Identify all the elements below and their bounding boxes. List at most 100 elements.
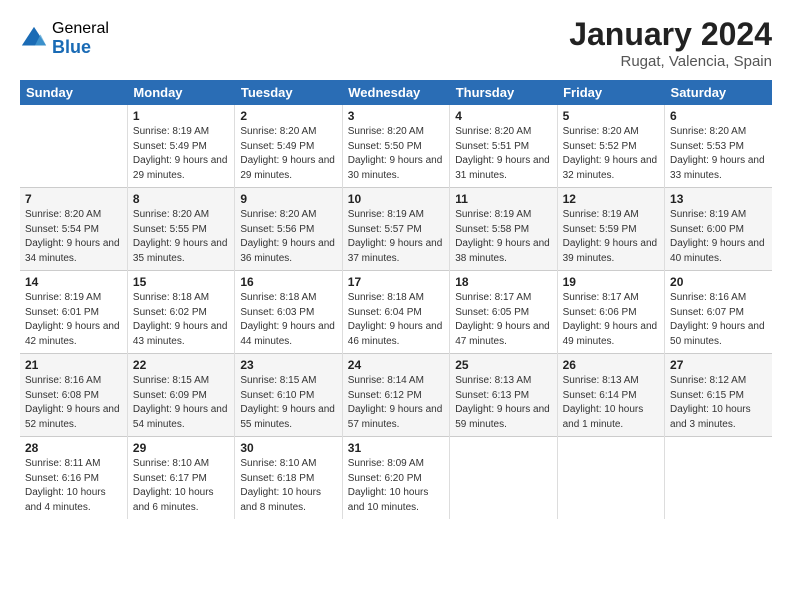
calendar-cell: 25 Sunrise: 8:13 AMSunset: 6:13 PMDayligh… — [450, 354, 557, 437]
calendar-cell: 27Sunrise: 8:12 AMSunset: 6:15 PMDayligh… — [665, 354, 772, 437]
calendar-cell: 15 Sunrise: 8:18 AMSunset: 6:02 PMDayligh… — [127, 271, 234, 354]
calendar-cell: 6 Sunrise: 8:20 AMSunset: 5:53 PMDaylight… — [665, 105, 772, 188]
day-info: Sunrise: 8:19 AMSunset: 5:58 PMDaylight:… — [455, 208, 551, 266]
calendar-cell: 9 Sunrise: 8:20 AMSunset: 5:56 PMDaylight… — [235, 188, 342, 271]
col-tuesday: Tuesday — [235, 80, 342, 105]
day-info: Sunrise: 8:19 AMSunset: 5:49 PMDaylight:… — [133, 125, 229, 183]
calendar-cell — [20, 105, 127, 188]
day-info: Sunrise: 8:20 AMSunset: 5:49 PMDaylight:… — [240, 125, 336, 183]
day-number: 16 — [240, 275, 336, 289]
calendar-cell: 5Sunrise: 8:20 AMSunset: 5:52 PMDaylight… — [557, 105, 664, 188]
day-info: Sunrise: 8:16 AMSunset: 6:07 PMDaylight:… — [670, 291, 767, 349]
calendar-cell: 7 Sunrise: 8:20 AMSunset: 5:54 PMDaylight… — [20, 188, 127, 271]
day-number: 9 — [240, 192, 336, 206]
day-info: Sunrise: 8:20 AMSunset: 5:56 PMDaylight:… — [240, 208, 336, 266]
logo: General Blue — [20, 20, 109, 57]
calendar-cell: 16 Sunrise: 8:18 AMSunset: 6:03 PMDayligh… — [235, 271, 342, 354]
day-number: 29 — [133, 441, 229, 455]
day-number: 15 — [133, 275, 229, 289]
calendar-cell — [450, 437, 557, 520]
calendar-cell: 4Sunrise: 8:20 AMSunset: 5:51 PMDaylight… — [450, 105, 557, 188]
logo-icon — [20, 25, 48, 53]
calendar-cell: 24Sunrise: 8:14 AMSunset: 6:12 PMDayligh… — [342, 354, 449, 437]
calendar-week-row: 14Sunrise: 8:19 AMSunset: 6:01 PMDayligh… — [20, 271, 772, 354]
day-number: 6 — [670, 109, 767, 123]
day-info: Sunrise: 8:10 AMSunset: 6:18 PMDaylight:… — [240, 457, 336, 515]
calendar-cell: 14Sunrise: 8:19 AMSunset: 6:01 PMDayligh… — [20, 271, 127, 354]
day-number: 21 — [25, 358, 122, 372]
calendar-cell: 28Sunrise: 8:11 AMSunset: 6:16 PMDayligh… — [20, 437, 127, 520]
day-number: 7 — [25, 192, 122, 206]
calendar-week-row: 21Sunrise: 8:16 AMSunset: 6:08 PMDayligh… — [20, 354, 772, 437]
day-number: 26 — [563, 358, 659, 372]
day-number: 19 — [563, 275, 659, 289]
calendar-cell: 19 Sunrise: 8:17 AMSunset: 6:06 PMDayligh… — [557, 271, 664, 354]
calendar-cell: 17Sunrise: 8:18 AMSunset: 6:04 PMDayligh… — [342, 271, 449, 354]
calendar-cell — [665, 437, 772, 520]
calendar-cell: 20 Sunrise: 8:16 AMSunset: 6:07 PMDayligh… — [665, 271, 772, 354]
col-thursday: Thursday — [450, 80, 557, 105]
day-info: Sunrise: 8:14 AMSunset: 6:12 PMDaylight:… — [348, 374, 444, 432]
calendar-cell: 22Sunrise: 8:15 AMSunset: 6:09 PMDayligh… — [127, 354, 234, 437]
calendar-cell: 21Sunrise: 8:16 AMSunset: 6:08 PMDayligh… — [20, 354, 127, 437]
month-title: January 2024 — [569, 16, 772, 53]
day-info: Sunrise: 8:15 AMSunset: 6:10 PMDaylight:… — [240, 374, 336, 432]
day-info: Sunrise: 8:20 AMSunset: 5:53 PMDaylight:… — [670, 125, 767, 183]
day-info: Sunrise: 8:19 AMSunset: 6:00 PMDaylight:… — [670, 208, 767, 266]
calendar-cell: 13 Sunrise: 8:19 AMSunset: 6:00 PMDayligh… — [665, 188, 772, 271]
day-number: 20 — [670, 275, 767, 289]
calendar-cell: 3 Sunrise: 8:20 AMSunset: 5:50 PMDaylight… — [342, 105, 449, 188]
logo-general: General — [52, 20, 109, 38]
day-number: 31 — [348, 441, 444, 455]
day-info: Sunrise: 8:17 AMSunset: 6:06 PMDaylight:… — [563, 291, 659, 349]
day-info: Sunrise: 8:20 AMSunset: 5:52 PMDaylight:… — [563, 125, 659, 183]
calendar-cell: 30 Sunrise: 8:10 AMSunset: 6:18 PMDayligh… — [235, 437, 342, 520]
col-monday: Monday — [127, 80, 234, 105]
day-number: 12 — [563, 192, 659, 206]
calendar-week-row: 28Sunrise: 8:11 AMSunset: 6:16 PMDayligh… — [20, 437, 772, 520]
header: General Blue January 2024 Rugat, Valenci… — [20, 16, 772, 70]
day-info: Sunrise: 8:18 AMSunset: 6:03 PMDaylight:… — [240, 291, 336, 349]
logo-blue: Blue — [52, 38, 109, 58]
day-info: Sunrise: 8:19 AMSunset: 5:57 PMDaylight:… — [348, 208, 444, 266]
day-number: 3 — [348, 109, 444, 123]
calendar-cell: 8 Sunrise: 8:20 AMSunset: 5:55 PMDaylight… — [127, 188, 234, 271]
calendar-table: Sunday Monday Tuesday Wednesday Thursday… — [20, 80, 772, 519]
day-number: 30 — [240, 441, 336, 455]
calendar-cell: 26 Sunrise: 8:13 AMSunset: 6:14 PMDayligh… — [557, 354, 664, 437]
calendar-week-row: 1 Sunrise: 8:19 AMSunset: 5:49 PMDaylight… — [20, 105, 772, 188]
day-number: 14 — [25, 275, 122, 289]
day-info: Sunrise: 8:11 AMSunset: 6:16 PMDaylight:… — [25, 457, 122, 515]
day-number: 23 — [240, 358, 336, 372]
col-wednesday: Wednesday — [342, 80, 449, 105]
day-number: 10 — [348, 192, 444, 206]
day-info: Sunrise: 8:10 AMSunset: 6:17 PMDaylight:… — [133, 457, 229, 515]
day-info: Sunrise: 8:19 AMSunset: 5:59 PMDaylight:… — [563, 208, 659, 266]
calendar-cell: 1 Sunrise: 8:19 AMSunset: 5:49 PMDaylight… — [127, 105, 234, 188]
page-container: General Blue January 2024 Rugat, Valenci… — [0, 0, 792, 531]
day-number: 25 — [455, 358, 551, 372]
calendar-week-row: 7 Sunrise: 8:20 AMSunset: 5:54 PMDaylight… — [20, 188, 772, 271]
calendar-cell: 11 Sunrise: 8:19 AMSunset: 5:58 PMDayligh… — [450, 188, 557, 271]
calendar-cell: 29 Sunrise: 8:10 AMSunset: 6:17 PMDayligh… — [127, 437, 234, 520]
day-number: 13 — [670, 192, 767, 206]
day-info: Sunrise: 8:20 AMSunset: 5:50 PMDaylight:… — [348, 125, 444, 183]
calendar-cell: 23 Sunrise: 8:15 AMSunset: 6:10 PMDayligh… — [235, 354, 342, 437]
day-info: Sunrise: 8:20 AMSunset: 5:55 PMDaylight:… — [133, 208, 229, 266]
day-number: 8 — [133, 192, 229, 206]
calendar-cell: 12 Sunrise: 8:19 AMSunset: 5:59 PMDayligh… — [557, 188, 664, 271]
day-info: Sunrise: 8:18 AMSunset: 6:02 PMDaylight:… — [133, 291, 229, 349]
day-number: 1 — [133, 109, 229, 123]
col-friday: Friday — [557, 80, 664, 105]
day-info: Sunrise: 8:13 AMSunset: 6:13 PMDaylight:… — [455, 374, 551, 432]
day-info: Sunrise: 8:12 AMSunset: 6:15 PMDaylight:… — [670, 374, 767, 432]
day-info: Sunrise: 8:09 AMSunset: 6:20 PMDaylight:… — [348, 457, 444, 515]
day-info: Sunrise: 8:17 AMSunset: 6:05 PMDaylight:… — [455, 291, 551, 349]
calendar-cell: 10 Sunrise: 8:19 AMSunset: 5:57 PMDayligh… — [342, 188, 449, 271]
day-info: Sunrise: 8:20 AMSunset: 5:51 PMDaylight:… — [455, 125, 551, 183]
day-number: 11 — [455, 192, 551, 206]
day-info: Sunrise: 8:13 AMSunset: 6:14 PMDaylight:… — [563, 374, 659, 432]
day-info: Sunrise: 8:20 AMSunset: 5:54 PMDaylight:… — [25, 208, 122, 266]
calendar-cell — [557, 437, 664, 520]
title-section: January 2024 Rugat, Valencia, Spain — [569, 16, 772, 70]
